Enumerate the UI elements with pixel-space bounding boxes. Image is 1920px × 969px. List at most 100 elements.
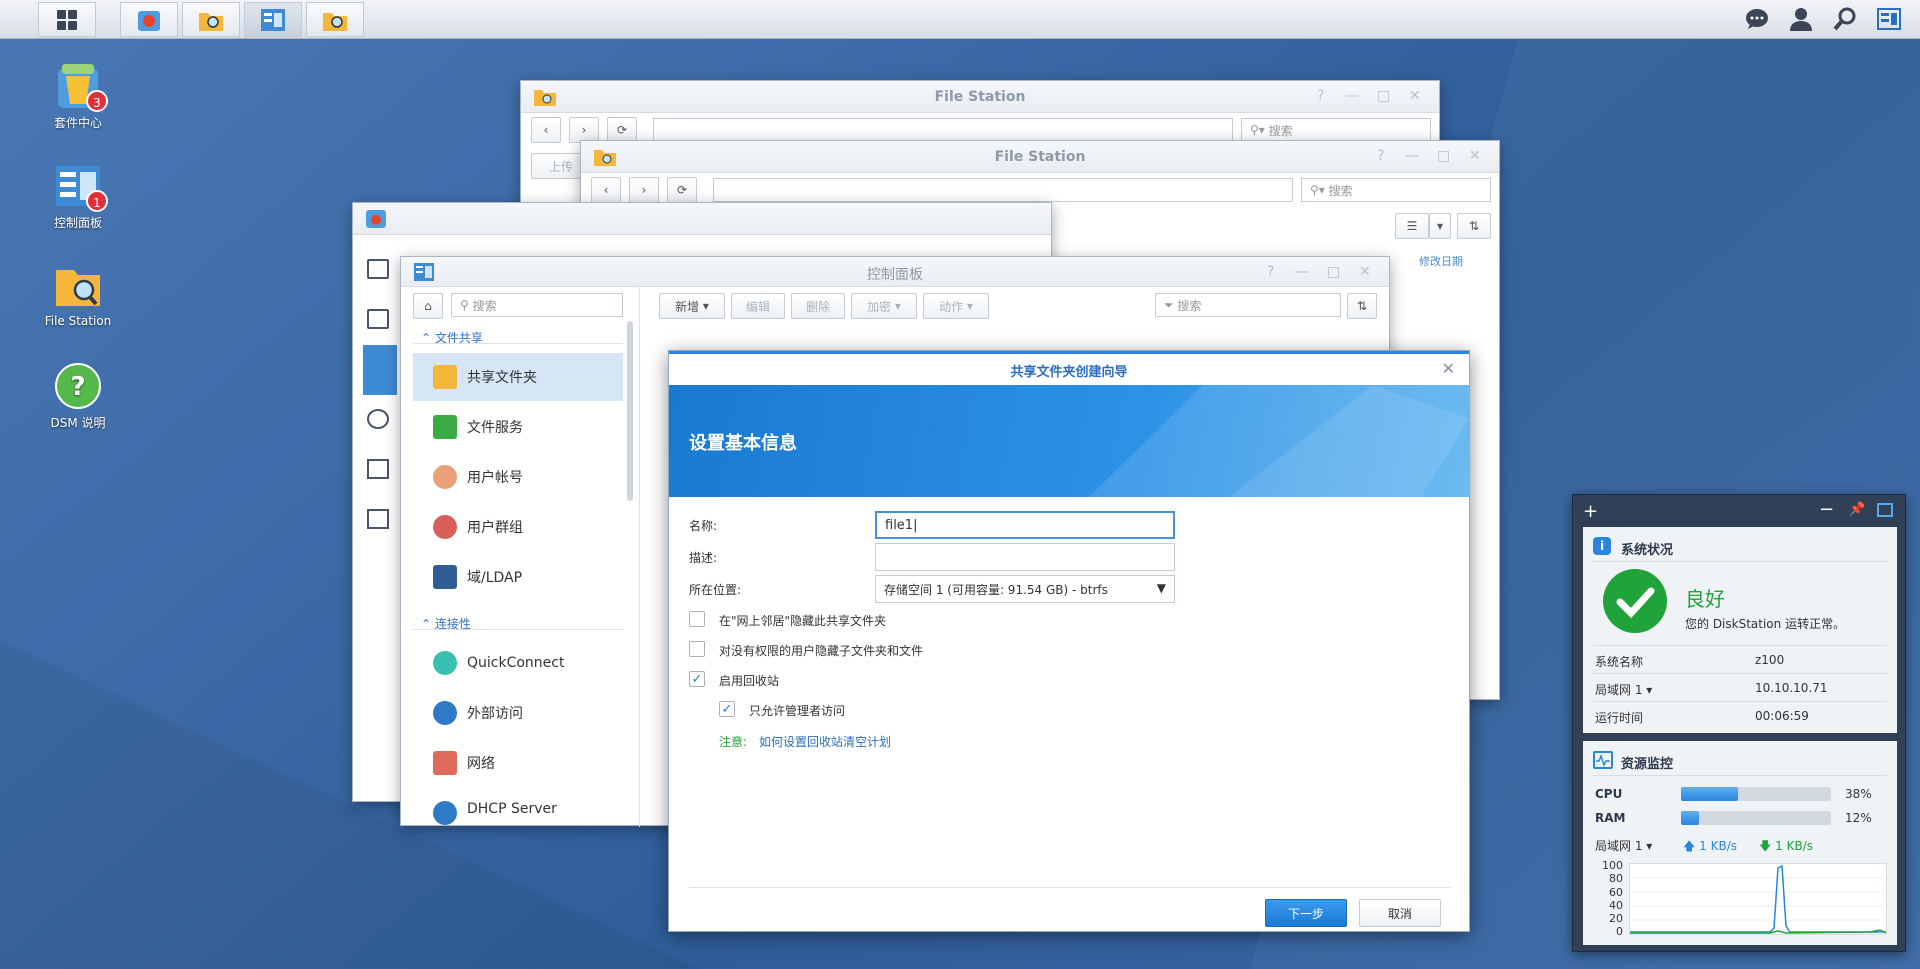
- name-label: 名称:: [689, 519, 718, 533]
- network-select[interactable]: 局域网 1 ▾: [1595, 837, 1652, 854]
- add-box-icon[interactable]: [367, 459, 389, 479]
- lan-row[interactable]: 局域网 1 ▾ 10.10.10.71: [1595, 681, 1885, 698]
- back-button[interactable]: ‹: [591, 177, 621, 203]
- storage-icon[interactable]: [367, 309, 389, 329]
- notifications-button[interactable]: [1742, 6, 1772, 32]
- hide-network-checkbox[interactable]: [689, 611, 705, 627]
- taskbar-control-panel[interactable]: [244, 2, 302, 37]
- recycle-schedule-link[interactable]: 如何设置回收站清空计划: [759, 733, 891, 750]
- forward-button[interactable]: ›: [629, 177, 659, 203]
- sidebar-item-network[interactable]: 网络: [413, 739, 623, 787]
- recycle-bin-checkbox[interactable]: ✓: [689, 671, 705, 687]
- help-icon[interactable]: ?: [1377, 148, 1384, 164]
- minimize-icon[interactable]: −: [1819, 499, 1834, 520]
- path-input[interactable]: [713, 178, 1293, 202]
- taskbar-file-station-2[interactable]: [306, 2, 364, 37]
- hide-subfolders-checkbox[interactable]: [689, 641, 705, 657]
- minimize-icon[interactable]: —: [1295, 264, 1309, 280]
- filter-input[interactable]: ⏷ 搜索: [1155, 293, 1341, 317]
- taskbar-file-station-1[interactable]: [182, 2, 240, 37]
- next-button[interactable]: 下一步: [1265, 899, 1347, 927]
- sort-button[interactable]: ⇅: [1457, 213, 1491, 239]
- uptime-row: 运行时间 00:06:59: [1595, 709, 1809, 725]
- minimize-icon[interactable]: —: [1405, 148, 1419, 164]
- cpu-label: CPU: [1595, 787, 1623, 801]
- close-icon[interactable]: ✕: [1469, 148, 1481, 164]
- sidebar-item-quickconnect[interactable]: QuickConnect: [413, 639, 623, 687]
- help-icon[interactable]: ?: [1267, 264, 1274, 280]
- minimize-icon[interactable]: —: [1345, 88, 1359, 104]
- sidebar-search-input[interactable]: ⚲ 搜索: [451, 293, 623, 317]
- close-icon[interactable]: ✕: [1409, 88, 1421, 104]
- sidebar-item-group[interactable]: 用户群组: [413, 503, 623, 551]
- desktop-icon-control-panel[interactable]: 1 控制面板: [28, 162, 128, 231]
- help-icon: ?: [55, 363, 101, 409]
- location-select[interactable]: 存储空间 1 (可用容量: 91.54 GB) - btrfs ▼: [875, 575, 1175, 603]
- sidebar-item-dhcp[interactable]: DHCP Server: [413, 789, 623, 827]
- sidebar-scrollbar[interactable]: [627, 321, 633, 501]
- disk-icon[interactable]: [367, 409, 389, 429]
- description-label: 描述:: [689, 551, 718, 565]
- admin-only-checkbox[interactable]: ✓: [719, 701, 735, 717]
- refresh-button[interactable]: ⟳: [667, 177, 697, 203]
- back-button[interactable]: ‹: [531, 117, 561, 143]
- shared-folder-wizard-dialog: 共享文件夹创建向导 ✕ 设置基本信息 名称: file1 | 描述: 所在位置: …: [668, 350, 1470, 932]
- system-health-title: 系统状况: [1621, 543, 1674, 558]
- desktop-icon-dsm-help[interactable]: ? DSM 说明: [28, 362, 128, 431]
- sidebar-item-external-access[interactable]: 外部访问: [413, 689, 623, 737]
- note-label: 注意:: [719, 735, 748, 749]
- sidebar-item-user[interactable]: 用户帐号: [413, 453, 623, 501]
- power-icon[interactable]: [367, 509, 389, 529]
- action-button[interactable]: 动作 ▾: [923, 293, 989, 319]
- name-input[interactable]: file1 |: [875, 511, 1175, 539]
- info-shield-icon: i: [1593, 537, 1611, 555]
- sidebar-item-shared-folder[interactable]: 共享文件夹: [413, 353, 623, 401]
- info-card-icon[interactable]: [367, 259, 389, 279]
- widgets-button[interactable]: [1874, 6, 1904, 32]
- maximize-icon[interactable]: □: [1437, 148, 1450, 164]
- package-icon[interactable]: [363, 345, 397, 395]
- control-panel-icon: [261, 8, 285, 31]
- user-group-icon: [433, 515, 457, 539]
- package-center-icon: [138, 10, 160, 31]
- widgets-icon: [1877, 8, 1901, 30]
- desktop-icon-package-center[interactable]: 3 套件中心: [28, 62, 128, 131]
- search-input[interactable]: ⚲▾ 搜索: [1241, 118, 1431, 142]
- new-button[interactable]: 新增 ▾: [659, 293, 725, 319]
- close-icon[interactable]: ✕: [1442, 359, 1455, 378]
- path-input[interactable]: [653, 118, 1233, 142]
- add-widget-icon[interactable]: +: [1583, 501, 1598, 522]
- search-icon: ⚲: [460, 298, 473, 312]
- description-input[interactable]: [875, 543, 1175, 571]
- view-dropdown-button[interactable]: ▾: [1429, 213, 1451, 239]
- edit-button[interactable]: 编辑: [731, 293, 785, 319]
- desktop-icon-label: File Station: [44, 314, 112, 328]
- sidebar-item-file-services[interactable]: 文件服务: [413, 403, 623, 451]
- search-icon: ⚲▾: [1250, 123, 1269, 137]
- package-center-icon: [366, 210, 386, 228]
- column-modified-date[interactable]: 修改日期: [1419, 253, 1463, 269]
- ram-percent: 12%: [1845, 811, 1872, 825]
- maximize-icon[interactable]: □: [1377, 88, 1390, 104]
- taskbar-package-center[interactable]: [120, 2, 178, 37]
- maximize-icon[interactable]: □: [1327, 264, 1340, 280]
- search-input[interactable]: ⚲▾ 搜索: [1301, 178, 1491, 202]
- help-icon[interactable]: ?: [1317, 88, 1324, 104]
- cancel-button[interactable]: 取消: [1359, 899, 1441, 927]
- cpu-percent: 38%: [1845, 787, 1872, 801]
- search-button[interactable]: [1830, 6, 1860, 32]
- sidebar-item-domain-ldap[interactable]: 域/LDAP: [413, 553, 623, 601]
- desktop-icon-file-station[interactable]: File Station: [28, 262, 128, 328]
- sort-button[interactable]: ⇅: [1347, 293, 1377, 319]
- widget-panel-icon[interactable]: [1877, 503, 1893, 517]
- encrypt-button[interactable]: 加密 ▾: [851, 293, 917, 319]
- banner-title: 设置基本信息: [689, 433, 797, 454]
- list-view-button[interactable]: ☰: [1395, 213, 1429, 239]
- resource-monitor-widget: 资源监控 CPU 38% RAM 12% 局域网 1 ▾ 🡅 1 KB/s 🡇 …: [1583, 741, 1897, 945]
- main-menu-button[interactable]: [38, 2, 96, 37]
- home-button[interactable]: ⌂: [413, 293, 443, 319]
- delete-button[interactable]: 删除: [791, 293, 845, 319]
- pin-icon[interactable]: 📌: [1849, 502, 1865, 517]
- close-icon[interactable]: ✕: [1359, 264, 1371, 280]
- user-menu-button[interactable]: [1786, 6, 1816, 32]
